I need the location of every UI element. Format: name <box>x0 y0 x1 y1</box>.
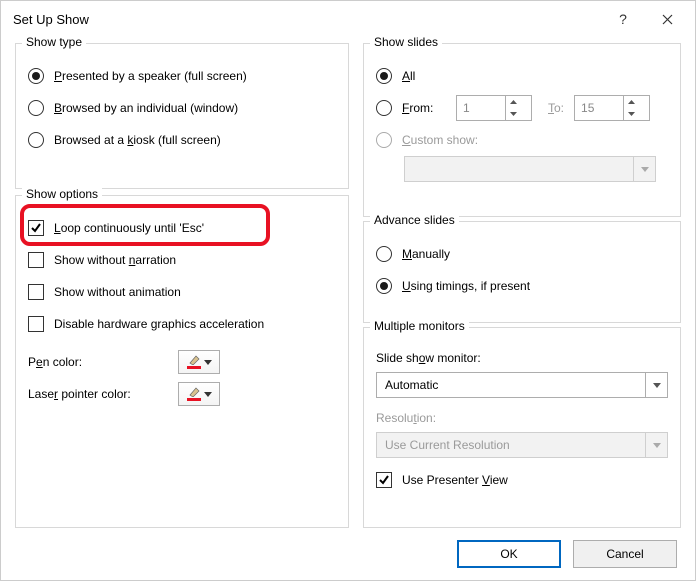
resolution-combo: Use Current Resolution <box>376 432 668 458</box>
radio-browsed-individual[interactable] <box>28 100 44 116</box>
pen-color-swatch <box>187 366 201 369</box>
resolution-value: Use Current Resolution <box>377 438 645 452</box>
label-laser-color: Laser pointer color: <box>28 387 168 401</box>
label-kiosk: Browsed at a kiosk (full screen) <box>54 133 221 147</box>
group-show-options: Show options Loop continuously until 'Es… <box>15 195 349 528</box>
close-button[interactable] <box>645 4 689 34</box>
label-presented: Presented by a speaker (full screen) <box>54 69 247 83</box>
legend-monitors: Multiple monitors <box>370 319 469 333</box>
chevron-down-icon <box>633 157 655 181</box>
radio-manually[interactable] <box>376 246 392 262</box>
label-no-narration: Show without narration <box>54 253 176 267</box>
monitor-combo[interactable]: Automatic <box>376 372 668 398</box>
check-loop[interactable] <box>28 220 44 236</box>
label-loop: Loop continuously until 'Esc' <box>54 221 204 235</box>
cancel-label: Cancel <box>606 547 643 561</box>
custom-show-combo <box>404 156 656 182</box>
radio-presented[interactable] <box>28 68 44 84</box>
label-no-animation: Show without animation <box>54 285 181 299</box>
group-multiple-monitors: Multiple monitors Slide show monitor: Au… <box>363 327 681 528</box>
check-presenter-view[interactable] <box>376 472 392 488</box>
legend-show-options: Show options <box>22 187 102 201</box>
radio-kiosk[interactable] <box>28 132 44 148</box>
laser-color-picker[interactable] <box>178 382 220 406</box>
check-no-animation[interactable] <box>28 284 44 300</box>
label-custom-show: Custom show: <box>402 133 478 147</box>
legend-show-type: Show type <box>22 35 86 49</box>
to-input[interactable] <box>575 96 623 120</box>
chevron-down-icon <box>204 392 212 397</box>
label-disable-hw: Disable hardware graphics acceleration <box>54 317 264 331</box>
radio-all[interactable] <box>376 68 392 84</box>
monitor-value: Automatic <box>377 378 645 392</box>
label-from: From: <box>402 101 446 115</box>
label-timings: Using timings, if present <box>402 279 530 293</box>
label-presenter-view: Use Presenter View <box>402 473 508 487</box>
group-advance-slides: Advance slides Manually Using timings, i… <box>363 221 681 323</box>
title-bar: Set Up Show ? <box>1 1 695 37</box>
chevron-down-icon[interactable] <box>645 373 667 397</box>
radio-timings[interactable] <box>376 278 392 294</box>
radio-from[interactable] <box>376 100 392 116</box>
check-disable-hw[interactable] <box>28 316 44 332</box>
label-resolution: Resolution: <box>376 411 436 425</box>
radio-custom-show <box>376 132 392 148</box>
ok-button[interactable]: OK <box>457 540 561 568</box>
chevron-down-icon <box>204 360 212 365</box>
from-spinner[interactable] <box>456 95 532 121</box>
ok-label: OK <box>500 547 517 561</box>
label-monitor: Slide show monitor: <box>376 351 481 365</box>
laser-color-swatch <box>187 398 201 401</box>
legend-show-slides: Show slides <box>370 35 442 49</box>
group-show-type: Show type Presented by a speaker (full s… <box>15 43 349 189</box>
label-to: To: <box>548 101 564 115</box>
from-input[interactable] <box>457 96 505 120</box>
pen-color-picker[interactable] <box>178 350 220 374</box>
label-all: All <box>402 69 415 83</box>
help-button[interactable]: ? <box>601 4 645 34</box>
label-pen-color: Pen color: <box>28 355 168 369</box>
group-show-slides: Show slides All From: To: <box>363 43 681 217</box>
label-browsed-individual: Browsed by an individual (window) <box>54 101 238 115</box>
dialog-title: Set Up Show <box>13 12 601 27</box>
cancel-button[interactable]: Cancel <box>573 540 677 568</box>
label-manually: Manually <box>402 247 450 261</box>
to-spinner[interactable] <box>574 95 650 121</box>
check-no-narration[interactable] <box>28 252 44 268</box>
chevron-down-icon <box>645 433 667 457</box>
button-bar: OK Cancel <box>1 528 695 580</box>
dialog-content: Show type Presented by a speaker (full s… <box>1 37 695 528</box>
legend-advance: Advance slides <box>370 213 459 227</box>
